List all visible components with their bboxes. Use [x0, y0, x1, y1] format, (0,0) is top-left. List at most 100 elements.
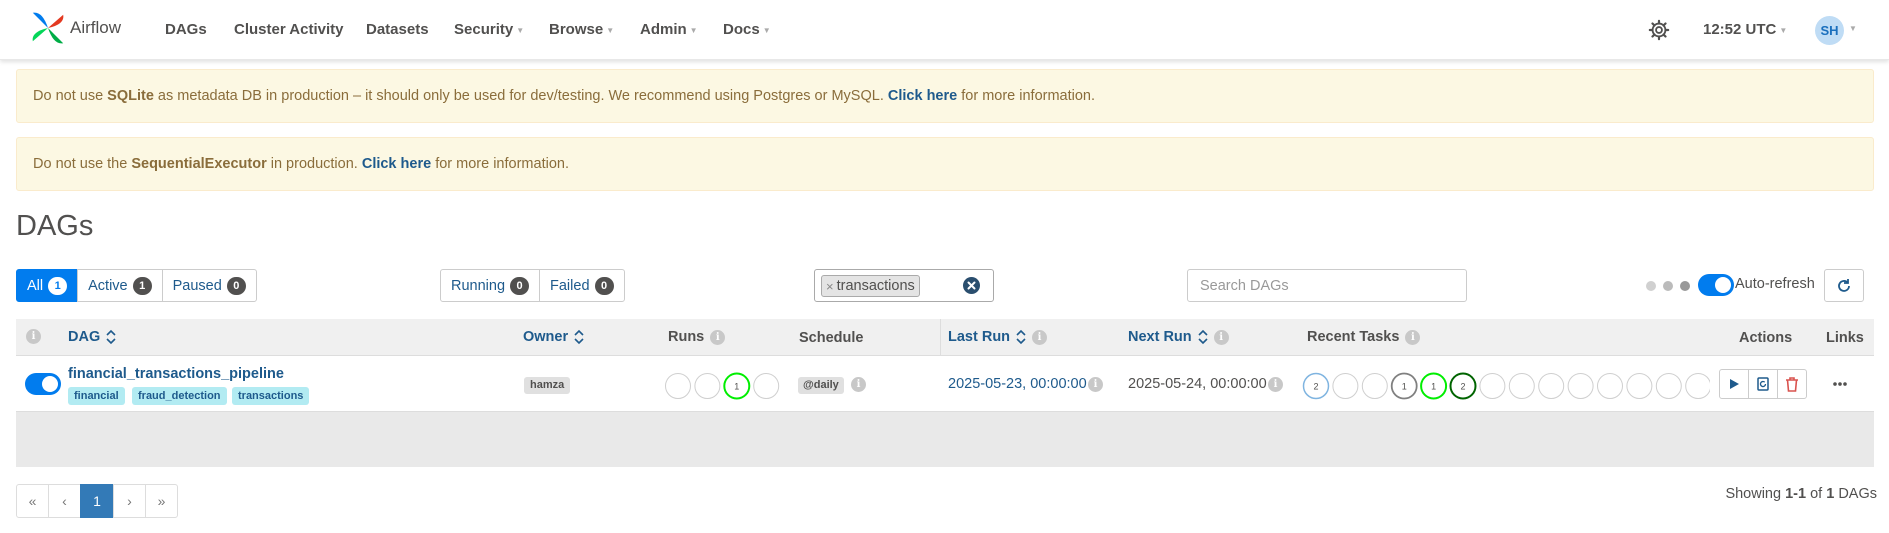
dag-tag[interactable]: fraud_detection [132, 387, 227, 405]
status-filter-group: All 1 Active 1 Paused 0 [16, 269, 257, 302]
run-state-circle[interactable] [694, 373, 721, 399]
task-state-circle[interactable] [1479, 373, 1506, 399]
next-run-value: 2025-05-24, 00:00:00 [1128, 376, 1267, 392]
refresh-dag-button[interactable] [1748, 369, 1778, 399]
nav-browse-label: Browse [549, 21, 604, 38]
nav-cluster-activity[interactable]: Cluster Activity [234, 21, 343, 38]
chevron-down-icon[interactable]: ▼ [1849, 24, 1857, 33]
task-state-circle-count: 1 [1402, 382, 1407, 392]
first-page-button[interactable]: « [16, 484, 49, 518]
nav-docs[interactable]: Docs ▼ [723, 21, 771, 38]
task-state-circle[interactable] [1332, 373, 1359, 399]
airflow-logo-icon [32, 12, 64, 44]
executor-warning-alert: Do not use the SequentialExecutor in pro… [16, 137, 1874, 191]
dag-tag[interactable]: financial [68, 387, 125, 405]
filter-running-button[interactable]: Running 0 [440, 269, 541, 302]
col-schedule-header: Schedule [799, 330, 864, 346]
count-badge: 0 [226, 276, 246, 295]
info-icon: i [1213, 329, 1229, 345]
gear-icon[interactable] [1648, 19, 1670, 41]
task-state-circle[interactable] [1567, 373, 1594, 399]
current-time: 12:52 UTC [1703, 21, 1777, 38]
page-title: DAGs [16, 210, 94, 242]
info-icon: i [851, 377, 866, 392]
timezone-dropdown[interactable]: 12:52 UTC ▼ [1703, 21, 1787, 38]
alert-link[interactable]: Click here [362, 156, 431, 172]
trigger-dag-button[interactable] [1719, 369, 1749, 399]
nav-browse[interactable]: Browse ▼ [549, 21, 614, 38]
col-last-run-header[interactable]: Last Run i [948, 329, 1048, 345]
last-run-link[interactable]: 2025-05-23, 00:00:00 [948, 376, 1087, 392]
alert-link[interactable]: Click here [888, 88, 957, 104]
run-state-circle[interactable] [753, 373, 780, 399]
last-page-button[interactable]: » [145, 484, 178, 518]
count-badge: 0 [594, 276, 614, 295]
task-state-circle[interactable]: 2 [1302, 372, 1330, 400]
prev-page-button[interactable]: ‹ [48, 484, 81, 518]
dag-tag[interactable]: transactions [232, 387, 310, 405]
task-state-circle[interactable]: 1 [1390, 372, 1418, 400]
loading-dots [1646, 281, 1690, 291]
chevron-down-icon: ▼ [606, 25, 615, 35]
task-state-circle-count: 2 [1460, 382, 1465, 392]
info-icon: i [1405, 329, 1421, 345]
task-state-circle[interactable]: 2 [1449, 372, 1477, 400]
dag-name-link[interactable]: financial_transactions_pipeline [68, 366, 284, 382]
sort-icon [574, 330, 584, 345]
task-state-circle[interactable] [1508, 373, 1535, 399]
alert-text: Do not use the SequentialExecutor in pro… [33, 156, 569, 172]
filter-all-button[interactable]: All 1 [16, 269, 79, 302]
airflow-logo-link[interactable]: Airflow [29, 9, 121, 47]
pagination: « ‹ 1 › » [16, 484, 178, 518]
dag-pause-toggle[interactable] [25, 373, 61, 395]
run-state-circle[interactable] [665, 373, 691, 399]
remove-tag-icon[interactable]: × [826, 279, 834, 294]
col-owner-header[interactable]: Owner [523, 329, 584, 345]
info-icon: i [1032, 329, 1048, 345]
auto-refresh-toggle[interactable] [1698, 274, 1734, 296]
delete-dag-button[interactable] [1777, 369, 1807, 399]
nav-admin-label: Admin [640, 21, 687, 38]
sort-icon [1198, 330, 1208, 345]
col-dag-header[interactable]: DAG [68, 329, 116, 345]
count-badge: 0 [510, 276, 530, 295]
nav-dags-label: DAGs [165, 21, 207, 38]
navbar: Airflow DAGs Cluster Activity Datasets S… [0, 0, 1889, 60]
refresh-button[interactable] [1824, 269, 1864, 302]
reparse-icon [1757, 377, 1769, 391]
owner-label[interactable]: hamza [524, 377, 571, 394]
nav-dags[interactable]: DAGs [165, 21, 207, 38]
filter-active-button[interactable]: Active 1 [77, 269, 163, 302]
current-page-button[interactable]: 1 [80, 484, 114, 518]
nav-datasets[interactable]: Datasets [366, 21, 429, 38]
next-page-button[interactable]: › [113, 484, 146, 518]
task-state-circle[interactable] [1361, 373, 1388, 399]
filter-failed-button[interactable]: Failed 0 [539, 269, 625, 302]
task-state-circle[interactable] [1597, 373, 1623, 399]
col-next-run-header[interactable]: Next Run i [1128, 329, 1229, 345]
col-actions-header: Actions [1739, 330, 1793, 346]
nav-admin[interactable]: Admin ▼ [640, 21, 698, 38]
more-links-button[interactable] [1832, 376, 1848, 395]
task-state-circle-count: 1 [1431, 382, 1436, 392]
refresh-icon [1838, 278, 1850, 292]
nav-docs-label: Docs [723, 21, 760, 38]
search-dags-input[interactable] [1187, 269, 1467, 302]
task-state-circle[interactable] [1655, 373, 1682, 399]
task-state-circle[interactable] [1685, 373, 1710, 399]
task-state-circle[interactable] [1626, 373, 1653, 399]
run-state-circle-count: 1 [734, 382, 739, 392]
user-avatar[interactable]: SH [1815, 16, 1844, 45]
task-state-circle-count: 2 [1313, 382, 1318, 392]
task-state-circle[interactable]: 1 [1420, 372, 1448, 400]
run-state-circle[interactable]: 1 [723, 372, 751, 400]
ellipsis-icon [1833, 382, 1847, 386]
filter-paused-button[interactable]: Paused 0 [161, 269, 257, 302]
count-badge: 1 [132, 276, 152, 295]
clear-tags-icon[interactable] [963, 277, 980, 294]
nav-security[interactable]: Security ▼ [454, 21, 524, 38]
recent-tasks-circles: 2 1 1 2 [1302, 372, 1710, 400]
task-state-circle[interactable] [1538, 373, 1565, 399]
tag-filter-select[interactable]: × transactions [814, 269, 994, 302]
dag-runs-circles: 1 [665, 372, 780, 400]
